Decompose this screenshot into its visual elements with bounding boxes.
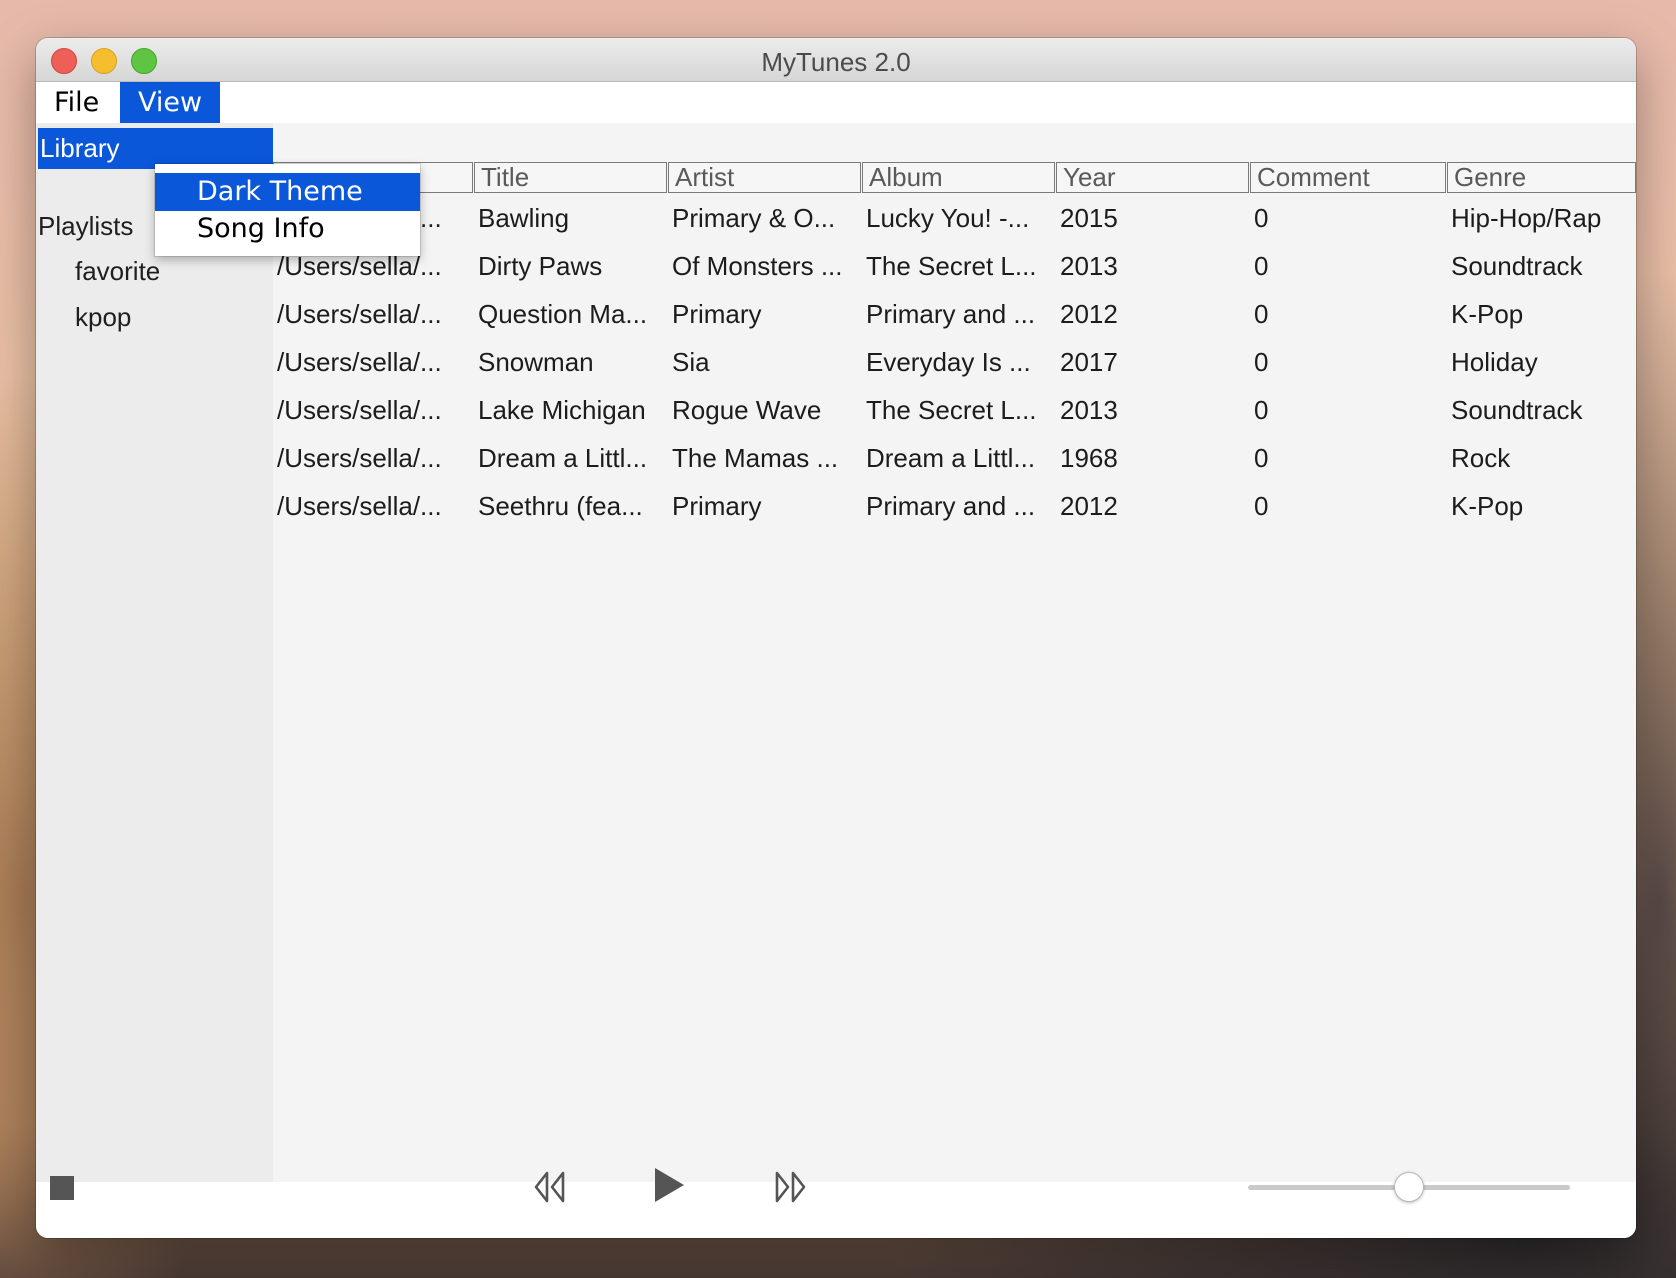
cell-album: Dream a Littl... bbox=[866, 443, 1036, 473]
column-header-title[interactable]: Title bbox=[474, 162, 667, 193]
cell-title: Seethru (fea... bbox=[478, 491, 643, 521]
stop-icon[interactable] bbox=[50, 1176, 74, 1200]
cell-file: /Users/sella/... bbox=[277, 491, 442, 521]
cell-album: Lucky You! -... bbox=[866, 203, 1030, 233]
cell-genre: K-Pop bbox=[1451, 491, 1524, 521]
cell-year: 2012 bbox=[1060, 299, 1118, 329]
song-table: Title Artist Album Year Comment Genre /U… bbox=[273, 123, 1636, 1182]
cell-genre: Rock bbox=[1451, 443, 1511, 473]
sidebar: Library Playlists favorite kpop bbox=[36, 123, 273, 1182]
cell-comment: 0 bbox=[1254, 203, 1269, 233]
cell-artist: Rogue Wave bbox=[672, 395, 822, 425]
cell-comment: 0 bbox=[1254, 347, 1269, 377]
menu-view[interactable]: View bbox=[120, 82, 220, 123]
app-window: MyTunes 2.0 File View Library Playlists … bbox=[36, 38, 1636, 1238]
cell-year: 2013 bbox=[1060, 395, 1118, 425]
sidebar-item-playlists[interactable]: Playlists bbox=[38, 211, 133, 242]
cell-artist: Primary bbox=[672, 299, 762, 329]
cell-comment: 0 bbox=[1254, 251, 1269, 281]
column-header-year[interactable]: Year bbox=[1056, 162, 1249, 193]
cell-year: 2013 bbox=[1060, 251, 1118, 281]
column-header-album[interactable]: Album bbox=[862, 162, 1055, 193]
column-header-artist[interactable]: Artist bbox=[668, 162, 861, 193]
next-icon[interactable] bbox=[773, 1170, 807, 1204]
cell-genre: Soundtrack bbox=[1451, 395, 1583, 425]
cell-file: /Users/sella/... bbox=[277, 299, 442, 329]
previous-icon[interactable] bbox=[533, 1170, 567, 1204]
cell-album: The Secret L... bbox=[866, 395, 1037, 425]
cell-genre: Hip-Hop/Rap bbox=[1451, 203, 1602, 233]
cell-title: Dream a Littl... bbox=[478, 443, 648, 473]
column-header-genre[interactable]: Genre bbox=[1447, 162, 1636, 193]
cell-artist: Sia bbox=[672, 347, 710, 377]
menu-item-dark-theme[interactable]: Dark Theme bbox=[155, 173, 420, 211]
cell-title: Snowman bbox=[478, 347, 594, 377]
cell-title: Bawling bbox=[478, 203, 570, 233]
menu-bar: File View bbox=[36, 82, 1636, 123]
cell-comment: 0 bbox=[1254, 443, 1269, 473]
cell-file: /Users/sella/... bbox=[277, 347, 442, 377]
column-header-comment[interactable]: Comment bbox=[1250, 162, 1446, 193]
cell-year: 2017 bbox=[1060, 347, 1118, 377]
cell-artist: Of Monsters ... bbox=[672, 251, 843, 281]
cell-genre: Holiday bbox=[1451, 347, 1538, 377]
cell-artist: Primary & O... bbox=[672, 203, 836, 233]
menu-item-song-info[interactable]: Song Info bbox=[155, 210, 420, 248]
window-title: MyTunes 2.0 bbox=[761, 47, 911, 77]
cell-album: The Secret L... bbox=[866, 251, 1037, 281]
cell-year: 2015 bbox=[1060, 203, 1118, 233]
cell-year: 1968 bbox=[1060, 443, 1118, 473]
cell-album: Everyday Is ... bbox=[866, 347, 1031, 377]
cell-comment: 0 bbox=[1254, 491, 1269, 521]
cell-artist: Primary bbox=[672, 491, 762, 521]
cell-album: Primary and ... bbox=[866, 299, 1036, 329]
cell-comment: 0 bbox=[1254, 299, 1269, 329]
volume-slider-thumb[interactable] bbox=[1394, 1172, 1424, 1202]
title-bar[interactable]: MyTunes 2.0 bbox=[36, 38, 1636, 82]
cell-album: Primary and ... bbox=[866, 491, 1036, 521]
cell-comment: 0 bbox=[1254, 395, 1269, 425]
cell-title: Lake Michigan bbox=[478, 395, 646, 425]
sidebar-item-kpop[interactable]: kpop bbox=[75, 302, 131, 333]
view-menu-dropdown: Dark Theme Song Info bbox=[155, 164, 420, 256]
cell-title: Question Ma... bbox=[478, 299, 648, 329]
cell-file: /Users/sella/... bbox=[277, 443, 442, 473]
cell-year: 2012 bbox=[1060, 491, 1118, 521]
cell-artist: The Mamas ... bbox=[672, 443, 839, 473]
cell-title: Dirty Paws bbox=[478, 251, 603, 281]
cell-file: /Users/sella/... bbox=[277, 395, 442, 425]
sidebar-item-library[interactable]: Library bbox=[38, 128, 273, 169]
sidebar-item-favorite[interactable]: favorite bbox=[75, 256, 160, 287]
cell-genre: Soundtrack bbox=[1451, 251, 1583, 281]
menu-file[interactable]: File bbox=[36, 82, 120, 123]
play-icon[interactable] bbox=[652, 1166, 686, 1204]
cell-genre: K-Pop bbox=[1451, 299, 1524, 329]
